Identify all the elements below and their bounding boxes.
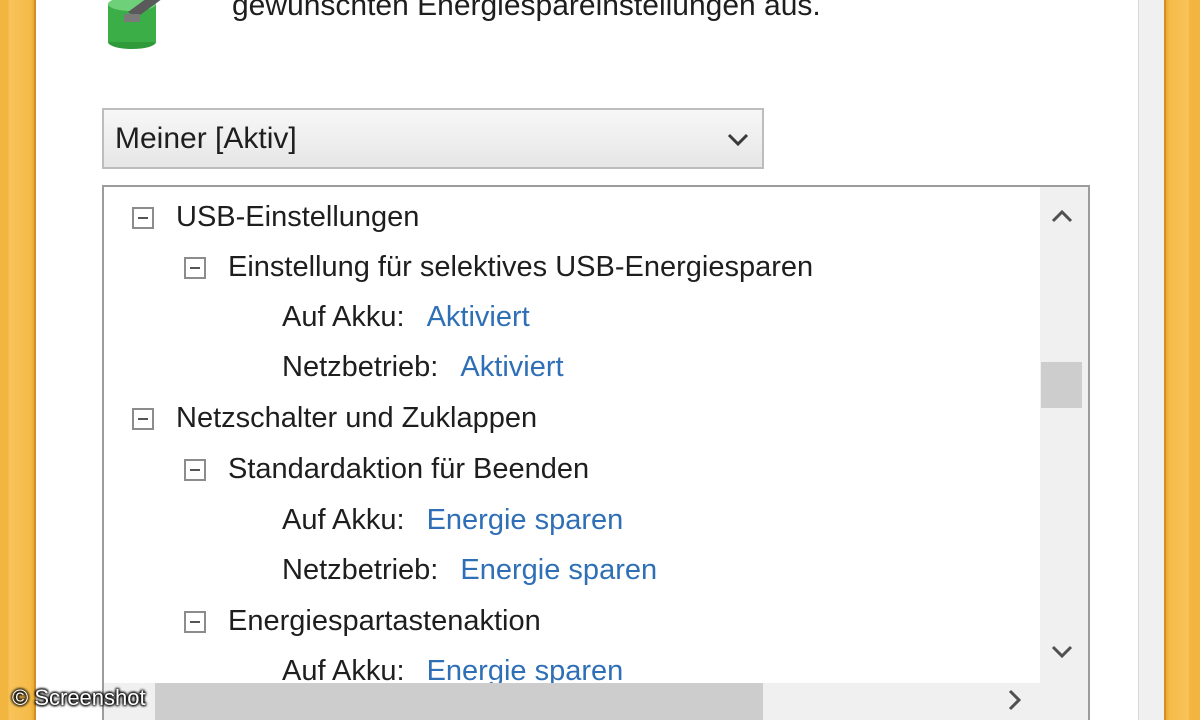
scroll-up-arrow-icon[interactable] [1048, 204, 1076, 228]
window-frame-right [1164, 0, 1200, 720]
dialog-right-edge [1138, 0, 1164, 720]
setting-label-ac: Netzbetrieb: [282, 554, 439, 586]
chevron-down-icon [727, 133, 749, 147]
tree-node-usb-settings[interactable]: USB-Einstellungen [132, 195, 732, 239]
screenshot-watermark: © Screenshot [12, 685, 146, 710]
power-plan-battery-icon [108, 0, 161, 49]
tree-node-label: Einstellung für selektives USB-Energiesp… [228, 251, 814, 283]
collapse-toggle-icon[interactable] [132, 408, 154, 430]
collapse-toggle-icon[interactable] [132, 207, 154, 229]
power-settings-tree[interactable]: USB-Einstellungen Einstellung für selekt… [102, 185, 1090, 720]
vertical-scrollbar-thumb[interactable] [1041, 362, 1082, 408]
header-description: gewünschten Energiespareinstellungen aus… [232, 0, 821, 22]
power-plan-dropdown[interactable]: Meiner [Aktiv] [102, 108, 764, 169]
tree-node-shutdown-action[interactable]: Standardaktion für Beenden [184, 447, 884, 491]
tree-node-power-buttons-lid[interactable]: Netzschalter und Zuklappen [132, 396, 732, 440]
tree-node-label: USB-Einstellungen [176, 201, 420, 233]
tree-setting-usb-ac: Netzbetrieb: Aktiviert [282, 345, 682, 389]
tree-setting-usb-battery: Auf Akku: Aktiviert [282, 295, 682, 339]
scroll-right-arrow-icon[interactable] [1002, 686, 1028, 714]
setting-value-link[interactable]: Aktiviert [460, 351, 563, 383]
window-frame-left [0, 0, 36, 720]
collapse-toggle-icon[interactable] [184, 459, 206, 481]
scroll-down-arrow-icon[interactable] [1048, 640, 1076, 664]
tree-node-label: Standardaktion für Beenden [228, 453, 590, 485]
setting-value-link[interactable]: Aktiviert [427, 301, 530, 333]
setting-label-battery: Auf Akku: [282, 504, 405, 536]
setting-label-battery: Auf Akku: [282, 301, 405, 333]
setting-value-link[interactable]: Energie sparen [427, 504, 624, 536]
setting-label-ac: Netzbetrieb: [282, 351, 439, 383]
tree-setting-shutdown-ac: Netzbetrieb: Energie sparen [282, 548, 782, 592]
collapse-toggle-icon[interactable] [184, 257, 206, 279]
setting-value-link[interactable]: Energie sparen [460, 554, 657, 586]
tree-node-label: Energiespartastenaktion [228, 605, 541, 637]
tree-setting-shutdown-battery: Auf Akku: Energie sparen [282, 498, 782, 542]
horizontal-scrollbar-thumb[interactable] [155, 683, 763, 720]
power-plan-selected-value: Meiner [Aktiv] [115, 122, 297, 155]
collapse-toggle-icon[interactable] [184, 611, 206, 633]
vertical-scrollbar[interactable] [1040, 187, 1088, 683]
tree-node-usb-selective-suspend[interactable]: Einstellung für selektives USB-Energiesp… [184, 245, 984, 289]
tree-node-sleep-button-action[interactable]: Energiespartastenaktion [184, 599, 884, 643]
tree-node-label: Netzschalter und Zuklappen [176, 402, 538, 434]
